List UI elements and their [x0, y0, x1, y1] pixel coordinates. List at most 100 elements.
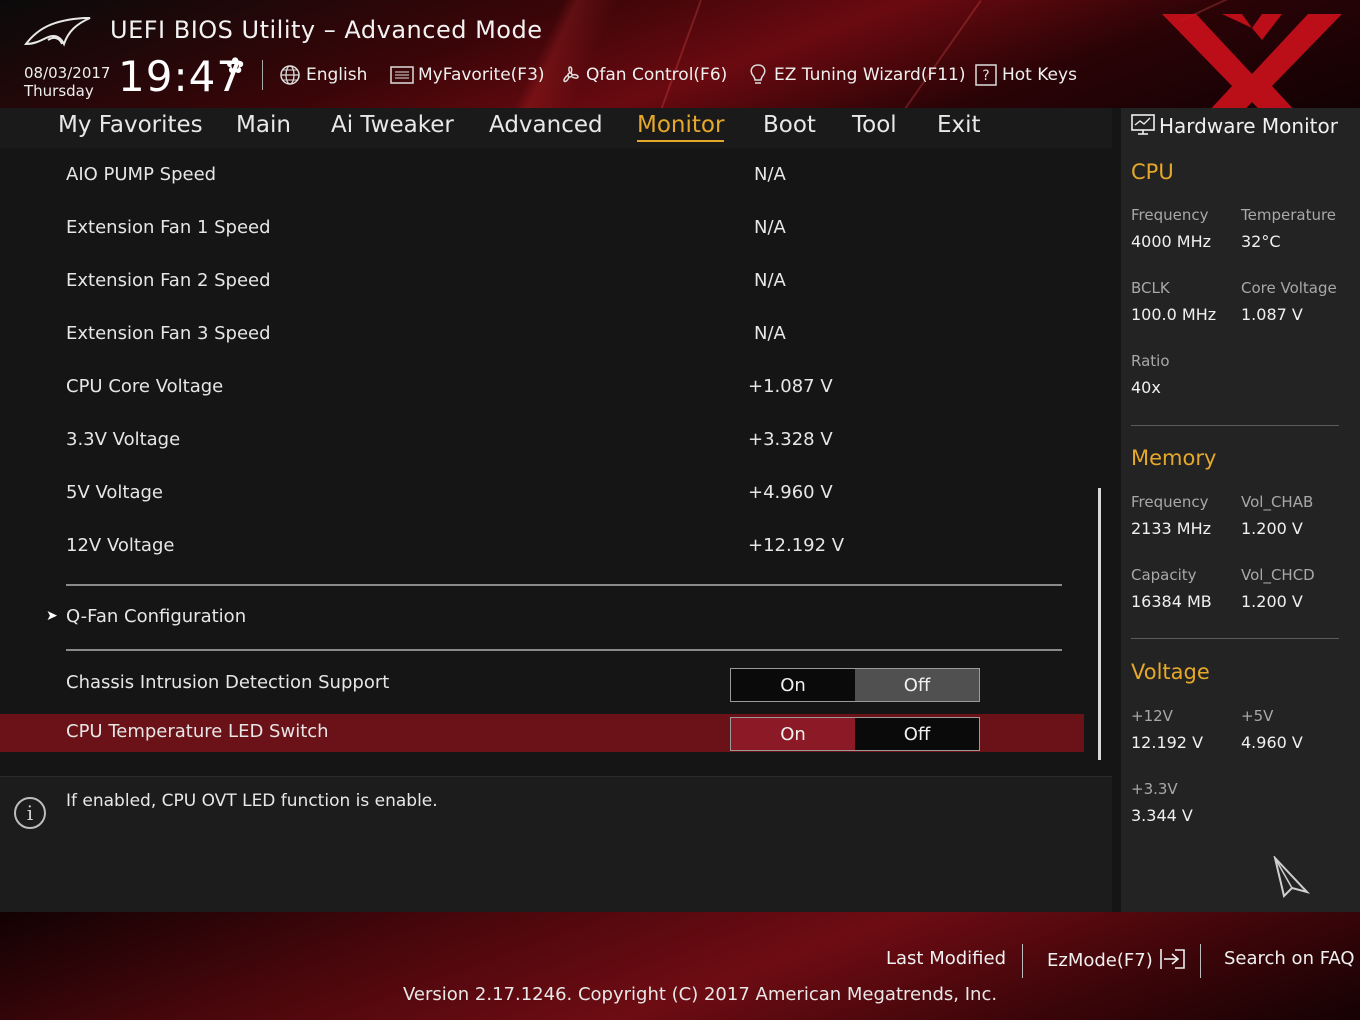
info-icon: i — [14, 797, 46, 829]
help-box-icon: ? — [974, 63, 998, 87]
toggle-option-off[interactable]: Off — [855, 718, 979, 750]
setting-value: N/A — [754, 270, 786, 291]
setting-label: Extension Fan 3 Speed — [66, 323, 271, 344]
v12-value: 12.192 V — [1131, 733, 1204, 752]
settings-list: AIO PUMP Speed N/A Extension Fan 1 Speed… — [0, 148, 1112, 765]
tab-monitor[interactable]: Monitor — [637, 112, 725, 142]
toggle-option-on[interactable]: On — [731, 669, 855, 701]
setting-label: 5V Voltage — [66, 482, 164, 503]
setting-value: +1.087 V — [748, 376, 833, 397]
hardware-monitor-panel: Hardware Monitor CPU Frequency Temperatu… — [1121, 108, 1360, 912]
bclk-value: 100.0 MHz — [1131, 305, 1217, 324]
list-item[interactable]: 3.3V Voltage +3.328 V — [0, 421, 1084, 461]
footer-bar: Last Modified EzMode(F7) Search on FAQ V… — [0, 912, 1360, 1020]
version-text: Version 2.17.1246. Copyright (C) 2017 Am… — [403, 984, 998, 1005]
memory-frequency-value: 2133 MHz — [1131, 519, 1212, 538]
tab-ai-tweaker[interactable]: Ai Tweaker — [331, 112, 454, 140]
list-item[interactable]: 12V Voltage +12.192 V — [0, 527, 1084, 567]
setting-chassis-intrusion[interactable]: Chassis Intrusion Detection Support On O… — [0, 664, 1084, 704]
cpu-frequency-value: 4000 MHz — [1131, 232, 1212, 251]
vol-chab-label: Vol_CHAB — [1241, 493, 1314, 511]
favorite-list-icon — [390, 63, 414, 87]
header-separator — [262, 60, 263, 90]
setting-label: Chassis Intrusion Detection Support — [66, 672, 390, 693]
setting-label: Extension Fan 1 Speed — [66, 217, 271, 238]
tab-exit[interactable]: Exit — [937, 112, 981, 140]
setting-label: 3.3V Voltage — [66, 429, 181, 450]
setting-label: CPU Core Voltage — [66, 376, 224, 397]
cpu-heading: CPU — [1131, 160, 1174, 184]
myfavorite-label: MyFavorite(F3) — [418, 65, 545, 85]
gear-icon[interactable]: ✿ — [226, 54, 244, 79]
toggle-option-on[interactable]: On — [731, 718, 855, 750]
fan-icon — [558, 63, 582, 87]
exit-arrow-icon — [1160, 949, 1186, 969]
tab-tool[interactable]: Tool — [852, 112, 897, 140]
cpu-temperature-led-toggle[interactable]: On Off — [730, 717, 980, 751]
ezmode-label: EzMode(F7) — [1047, 950, 1153, 971]
list-item[interactable]: Extension Fan 2 Speed N/A — [0, 262, 1084, 302]
setting-label: 12V Voltage — [66, 535, 175, 556]
chassis-intrusion-toggle[interactable]: On Off — [730, 668, 980, 702]
tab-boot[interactable]: Boot — [763, 112, 816, 140]
v33-value: 3.344 V — [1131, 806, 1193, 825]
list-item[interactable]: Extension Fan 1 Speed N/A — [0, 209, 1084, 249]
chevron-right-icon: ➤ — [46, 608, 58, 624]
ratio-value: 40x — [1131, 378, 1161, 397]
qfan-control-button[interactable]: Qfan Control(F6) — [558, 62, 727, 88]
capacity-label: Capacity — [1131, 566, 1197, 584]
date-text: 08/03/2017 — [24, 64, 111, 82]
list-item[interactable]: 5V Voltage +4.960 V — [0, 474, 1084, 514]
setting-value: N/A — [754, 323, 786, 344]
hardware-monitor-title: Hardware Monitor — [1159, 114, 1338, 138]
tab-advanced[interactable]: Advanced — [489, 112, 603, 140]
setting-value: +12.192 V — [748, 535, 845, 556]
language-button[interactable]: English — [278, 62, 367, 88]
toggle-option-off[interactable]: Off — [855, 669, 979, 701]
help-text: If enabled, CPU OVT LED function is enab… — [66, 791, 438, 811]
hot-keys-button[interactable]: ? Hot Keys — [974, 62, 1077, 88]
setting-cpu-temperature-led[interactable]: CPU Temperature LED Switch On Off — [0, 714, 1084, 752]
help-panel: i If enabled, CPU OVT LED function is en… — [0, 776, 1112, 913]
footer-separator — [1022, 944, 1023, 978]
submenu-q-fan-configuration[interactable]: ➤ Q-Fan Configuration — [0, 598, 1084, 638]
section-divider — [66, 649, 1062, 651]
list-scrollbar[interactable] — [1098, 488, 1101, 760]
setting-value: N/A — [754, 217, 786, 238]
setting-label: Extension Fan 2 Speed — [66, 270, 271, 291]
list-item[interactable]: CPU Core Voltage +1.087 V — [0, 368, 1084, 408]
svg-text:?: ? — [982, 68, 989, 84]
vol-chcd-value: 1.200 V — [1241, 592, 1303, 611]
capacity-value: 16384 MB — [1131, 592, 1212, 611]
setting-value: N/A — [754, 164, 786, 185]
main-tab-bar: My Favorites Main Ai Tweaker Advanced Mo… — [0, 108, 1112, 149]
app-title: UEFI BIOS Utility – Advanced Mode — [110, 16, 543, 44]
last-modified-button[interactable]: Last Modified — [886, 948, 1006, 969]
setting-value: +3.328 V — [748, 429, 833, 450]
ez-tuning-wizard-button[interactable]: EZ Tuning Wizard(F11) — [746, 62, 966, 88]
rog-logo-icon — [24, 17, 91, 47]
lightbulb-icon — [746, 63, 770, 87]
ezmode-button[interactable]: EzMode(F7) — [1047, 948, 1186, 971]
section-divider — [66, 584, 1062, 586]
list-item[interactable]: Extension Fan 3 Speed N/A — [0, 315, 1084, 355]
myfavorite-button[interactable]: MyFavorite(F3) — [390, 62, 545, 88]
section-separator — [1131, 638, 1339, 639]
day-text: Thursday — [24, 82, 94, 100]
date-display: 08/03/2017 Thursday — [24, 64, 110, 100]
footer-separator — [1200, 944, 1201, 978]
tab-my-favorites[interactable]: My Favorites — [58, 112, 203, 140]
ez-tuning-wizard-label: EZ Tuning Wizard(F11) — [774, 65, 966, 85]
core-voltage-value: 1.087 V — [1241, 305, 1303, 324]
section-separator — [1131, 425, 1339, 426]
setting-value: +4.960 V — [748, 482, 833, 503]
tab-main[interactable]: Main — [236, 112, 291, 140]
submenu-label: Q-Fan Configuration — [66, 606, 247, 627]
memory-heading: Memory — [1131, 446, 1217, 470]
language-label: English — [306, 65, 368, 85]
list-item[interactable]: AIO PUMP Speed N/A — [0, 156, 1084, 196]
search-on-faq-button[interactable]: Search on FAQ — [1224, 948, 1355, 969]
globe-icon — [278, 63, 302, 87]
vol-chcd-label: Vol_CHCD — [1241, 566, 1315, 584]
hot-keys-label: Hot Keys — [1002, 65, 1077, 85]
